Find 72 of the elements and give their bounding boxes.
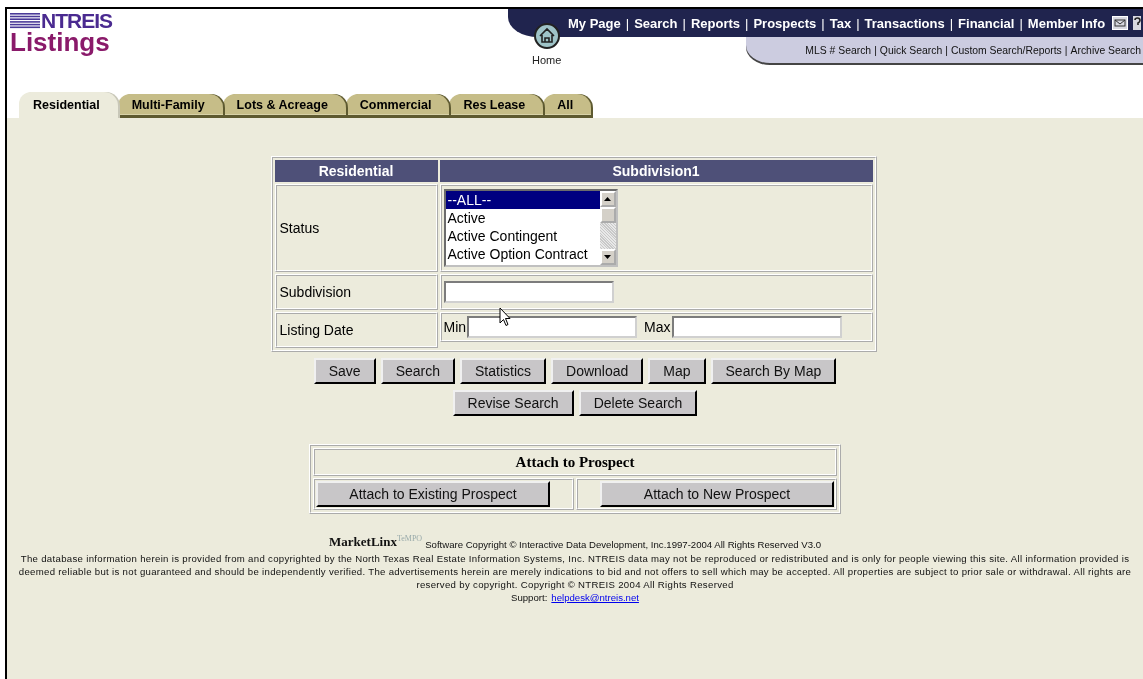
nav-link[interactable]: Transactions [864, 15, 945, 31]
tab[interactable]: All [543, 94, 592, 118]
separator: | [949, 15, 954, 31]
separator: | [745, 15, 749, 31]
help-icon[interactable] [1133, 16, 1142, 30]
field-label: Min [443, 319, 467, 335]
field-label: Listing Date [274, 312, 438, 348]
down-arrow-icon [604, 255, 611, 259]
copyright-text: Software Copyright © Interactive Data Development, Inc.1997-2004 All Rights Reserved V3.0 [425, 539, 821, 550]
logo-text: NTREIS [41, 12, 112, 30]
action-button[interactable]: Save [313, 358, 376, 384]
action-button[interactable]: Map [648, 358, 706, 384]
sub-nav-link[interactable]: MLS # Search [805, 44, 872, 56]
list-option[interactable]: Active Contingent [445, 227, 600, 245]
column-header: Residential [274, 160, 438, 182]
separator: | [856, 15, 860, 31]
separator: | [1019, 15, 1023, 31]
separator: | [821, 15, 825, 31]
nav-link[interactable]: Reports [690, 15, 741, 31]
disclaimer-text: The database information herein is provided from and copyrighted by the North Texas Real Estate Information Systems, Inc. NTREIS data may not be reproduced or redistributed and is only for people viewing this site. All information provided is deemed reliable but is not guaranteed and should be independently verified. The advertisements herein are merely indications to bid and not offers to sell which may be accepted. All properties are subject to prior sale or withdrawal. All rights are reserved by copyright. Copyright © NTREIS 2004 All Rights Reserved [17, 552, 1133, 591]
attach-button[interactable]: Attach to New Prospect [600, 481, 834, 507]
logo-text: Listings [10, 30, 110, 54]
separator: | [874, 44, 877, 56]
mail-icon[interactable] [1112, 16, 1129, 30]
action-button[interactable]: Search [380, 358, 455, 384]
nav-link[interactable]: Tax [829, 15, 852, 31]
attach-button[interactable]: Attach to Existing Prospect [316, 481, 550, 507]
scrollbar[interactable] [599, 191, 616, 265]
action-button[interactable]: Search By Map [710, 358, 837, 384]
tab[interactable]: Multi-Family [117, 94, 223, 118]
panel-title: Attach to Prospect [313, 448, 837, 476]
separator: | [1064, 44, 1068, 56]
brand-logo: MarketLinx [329, 534, 397, 550]
field-label: Status [274, 184, 438, 272]
email-link[interactable]: helpdesk@ntreis.net [551, 591, 639, 604]
status-list-box[interactable]: --ALL-- Active Active Contingent Active Option Contract [443, 189, 618, 267]
action-button[interactable]: Statistics [460, 358, 547, 384]
tab[interactable]: Lots & Acreage [222, 94, 346, 118]
support-label: Support: [511, 591, 548, 604]
separator: | [682, 15, 686, 31]
nav-link[interactable]: Financial [958, 15, 1015, 31]
sub-nav-link[interactable]: Custom Search/Reports [950, 44, 1062, 56]
home-link[interactable]: Home [532, 23, 562, 66]
column-header: Subdivision1 [439, 160, 873, 182]
list-option[interactable]: Active [445, 209, 600, 227]
nav-link[interactable]: My Page [568, 15, 621, 31]
brand-logo: TeMPO [396, 534, 423, 543]
field-label: Max [644, 319, 671, 335]
action-button[interactable]: Delete Search [578, 390, 698, 416]
separator: | [945, 44, 948, 56]
nav-link[interactable]: Prospects [753, 15, 817, 31]
tab[interactable]: Res Lease [449, 94, 544, 118]
separator: | [625, 15, 630, 31]
tab[interactable]: Residential [19, 92, 118, 118]
subdivision-input-field[interactable] [443, 281, 614, 303]
home-icon [533, 23, 560, 49]
action-button[interactable]: Revise Search [452, 390, 574, 416]
min-date-input-field[interactable] [467, 316, 638, 338]
nav-link[interactable]: Member Info [1027, 15, 1106, 31]
nav-link[interactable]: Search [634, 15, 678, 31]
list-option[interactable]: --ALL-- [445, 191, 600, 209]
up-arrow-icon [604, 197, 611, 201]
ntreis-logo[interactable]: NTREIS Listings [7, 9, 135, 64]
sub-nav-link[interactable]: Quick Search [879, 44, 943, 56]
max-date-input-field[interactable] [671, 316, 842, 338]
tab[interactable]: Commercial [345, 94, 450, 118]
field-label: Subdivision [274, 274, 438, 310]
stripes-icon [10, 13, 40, 29]
sub-nav-link[interactable]: Archive Search [1070, 44, 1141, 56]
action-button[interactable]: Download [551, 358, 644, 384]
scroll-thumb[interactable] [599, 207, 616, 223]
list-option[interactable]: Active Option Contract [445, 245, 600, 263]
